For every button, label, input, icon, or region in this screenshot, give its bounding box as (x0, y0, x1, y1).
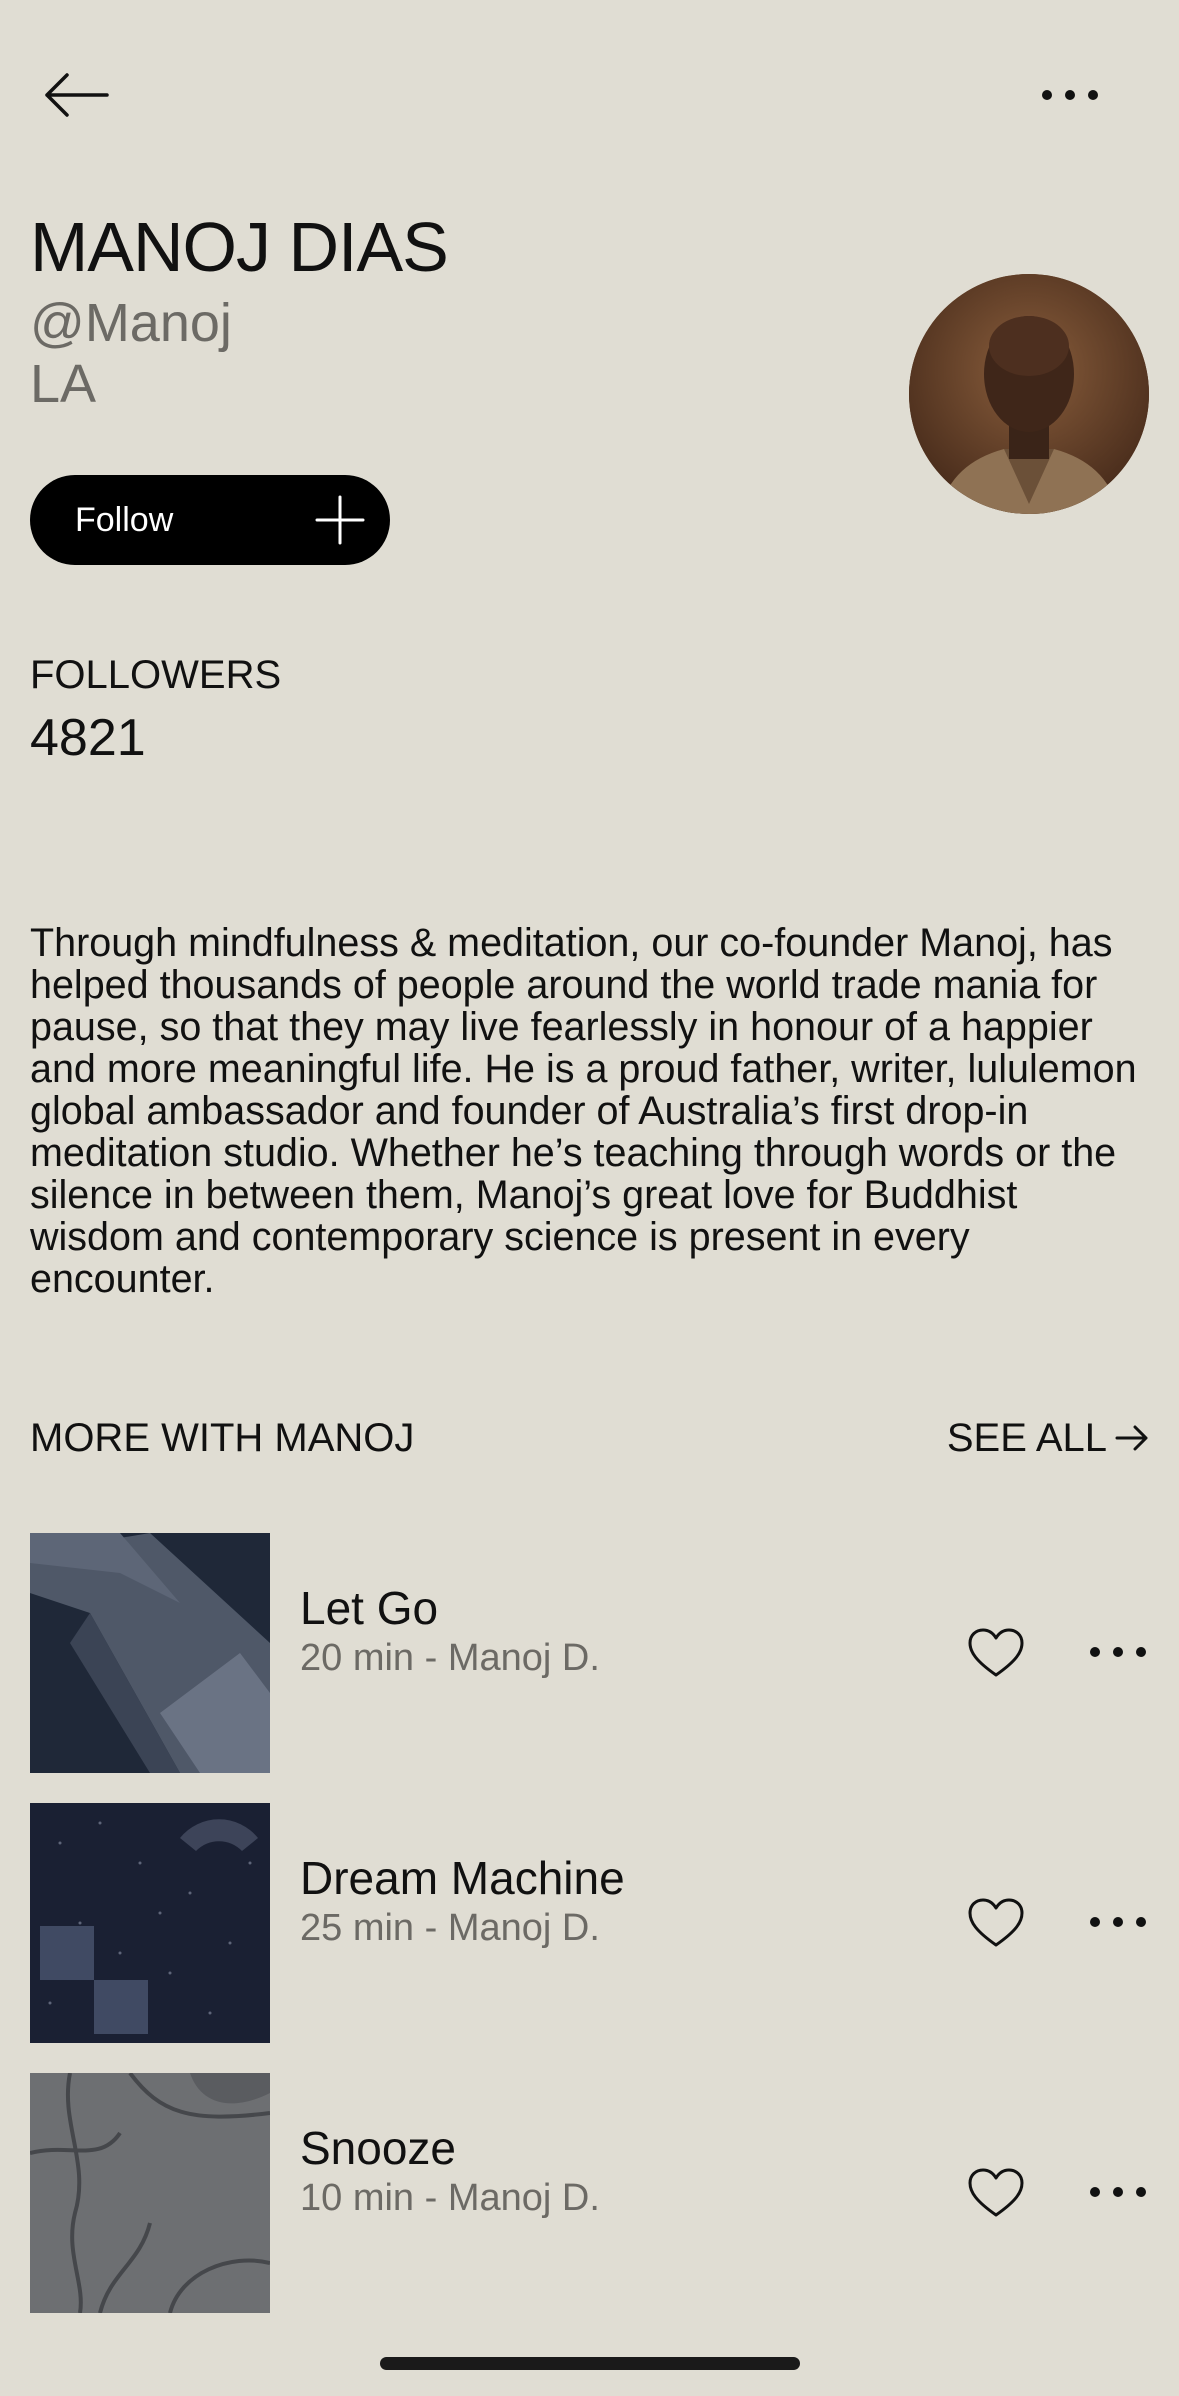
list-item[interactable]: Dream Machine 25 min - Manoj D. (30, 1803, 1149, 2043)
favorite-button[interactable] (968, 1898, 1024, 1953)
see-all-link[interactable]: SEE ALL (947, 1418, 1149, 1458)
item-more-button[interactable] (1088, 1645, 1148, 1664)
item-more-button[interactable] (1088, 2185, 1148, 2204)
plus-icon (315, 495, 365, 545)
profile-location: LA (30, 354, 97, 414)
item-thumbnail (30, 2073, 270, 2313)
ellipsis-icon (1090, 1647, 1146, 1657)
favorite-button[interactable] (968, 2168, 1024, 2223)
item-subtitle: 25 min - Manoj D. (300, 1907, 600, 1949)
item-thumbnail (30, 1803, 270, 2043)
arrow-left-icon (45, 73, 109, 117)
item-title: Let Go (300, 1582, 439, 1634)
list-item[interactable]: Snooze 10 min - Manoj D. (30, 2073, 1149, 2313)
back-button[interactable] (36, 60, 116, 130)
followers-label: FOLLOWERS (30, 653, 282, 697)
avatar (909, 274, 1149, 514)
profile-handle: @Manoj (30, 293, 232, 353)
ellipsis-icon (1090, 1917, 1146, 1927)
arrow-right-icon (1115, 1425, 1148, 1451)
heart-icon (968, 2168, 1024, 2217)
item-subtitle: 20 min - Manoj D. (300, 1637, 600, 1679)
item-title: Dream Machine (300, 1852, 625, 1904)
item-more-button[interactable] (1088, 1915, 1148, 1934)
item-thumbnail (30, 1533, 270, 1773)
profile-name: MANOJ DIAS (30, 208, 449, 286)
followers-count: 4821 (30, 709, 146, 767)
home-indicator[interactable] (380, 2357, 800, 2370)
ellipsis-icon (1042, 90, 1098, 100)
item-subtitle: 10 min - Manoj D. (300, 2177, 600, 2219)
heart-icon (968, 1898, 1024, 1947)
follow-label: Follow (75, 500, 174, 539)
item-title: Snooze (300, 2122, 457, 2174)
list-item[interactable]: Let Go 20 min - Manoj D. (30, 1533, 1149, 1773)
favorite-button[interactable] (968, 1628, 1024, 1683)
avatar-portrait (909, 274, 1149, 514)
follow-button[interactable]: Follow (30, 475, 390, 565)
more-options-button[interactable] (1030, 75, 1110, 115)
section-title: MORE WITH MANOJ (30, 1416, 415, 1460)
ellipsis-icon (1090, 2187, 1146, 2197)
heart-icon (968, 1628, 1024, 1677)
see-all-label: SEE ALL (946, 1416, 1107, 1460)
profile-bio: Through mindfulness & meditation, our co… (30, 921, 1137, 1301)
